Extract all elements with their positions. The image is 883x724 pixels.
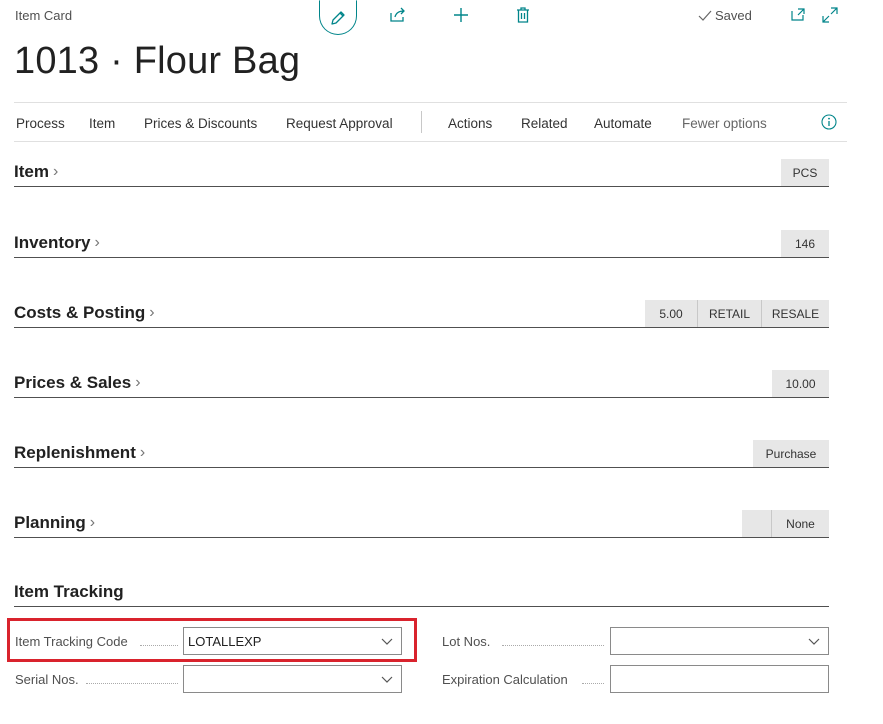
fasttab-summary: Purchase [753, 440, 829, 467]
serial-nos-select[interactable] [183, 665, 402, 693]
chevron-right-icon: › [139, 444, 146, 461]
fasttab-item-header[interactable]: Item › [14, 162, 58, 182]
info-button[interactable] [821, 114, 837, 130]
fasttab-summary: PCS [781, 159, 829, 186]
summary-pill: Purchase [753, 440, 829, 467]
expand-icon [822, 7, 838, 23]
share-icon [390, 7, 405, 22]
page-title: 1013 · Flour Bag [14, 40, 301, 82]
fasttab-planning-header[interactable]: Planning › [14, 513, 95, 533]
fasttab-item: Item › PCS [14, 157, 829, 187]
action-prices-discounts[interactable]: Prices & Discounts [144, 116, 257, 131]
fasttab-title: Replenishment [14, 443, 136, 462]
chevron-down-icon [381, 676, 393, 683]
action-fewer-options[interactable]: Fewer options [682, 116, 767, 131]
popout-icon [791, 8, 805, 21]
serial-nos-label: Serial Nos. [15, 672, 79, 687]
highlight-box [7, 618, 417, 662]
summary-pill: 5.00 [645, 300, 697, 327]
action-request-approval[interactable]: Request Approval [286, 116, 393, 131]
fasttab-replenishment: Replenishment › Purchase [14, 438, 829, 468]
lot-nos-label: Lot Nos. [442, 634, 491, 649]
pencil-icon [331, 10, 345, 25]
section-divider [14, 606, 829, 607]
action-item[interactable]: Item [89, 116, 115, 131]
action-bar: Process Item Prices & Discounts Request … [14, 102, 847, 142]
chevron-right-icon: › [149, 304, 155, 321]
fasttab-replenishment-header[interactable]: Replenishment › [14, 443, 145, 463]
fasttab-title: Inventory [14, 233, 91, 252]
summary-pill: PCS [781, 159, 829, 186]
popout-button[interactable] [788, 6, 808, 24]
summary-pill: 10.00 [772, 370, 829, 397]
fasttab-prices-sales-header[interactable]: Prices & Sales › [14, 373, 141, 393]
checkmark-icon [698, 10, 712, 21]
summary-pill: 146 [781, 230, 829, 257]
chevron-right-icon: › [94, 234, 100, 251]
chevron-right-icon: › [135, 374, 141, 391]
label-leader [86, 683, 178, 684]
fasttab-summary: 146 [781, 230, 829, 257]
new-button[interactable] [450, 5, 472, 25]
expand-button[interactable] [820, 6, 840, 24]
chevron-right-icon: › [89, 514, 96, 531]
fasttab-inventory: Inventory › 146 [14, 228, 829, 258]
item-tracking-title: Item Tracking [14, 582, 124, 601]
label-leader [502, 645, 604, 646]
summary-pill: RESALE [761, 300, 829, 327]
fasttab-inventory-header[interactable]: Inventory › [14, 233, 100, 253]
plus-icon [454, 8, 468, 22]
fasttab-title: Costs & Posting [14, 303, 146, 322]
expiration-calculation-input[interactable] [610, 665, 829, 693]
fasttab-title: Planning [14, 513, 86, 532]
action-related[interactable]: Related [521, 116, 568, 131]
trash-icon [517, 7, 529, 23]
fasttab-prices-sales: Prices & Sales › 10.00 [14, 368, 829, 398]
action-process[interactable]: Process [16, 116, 65, 131]
fasttab-title: Item [14, 162, 49, 181]
summary-pill: RETAIL [697, 300, 761, 327]
fasttab-summary: 10.00 [772, 370, 829, 397]
action-separator [421, 111, 422, 133]
summary-pill: None [771, 510, 829, 537]
saved-status: Saved [698, 8, 752, 23]
lot-nos-select[interactable] [610, 627, 829, 655]
share-button[interactable] [386, 5, 410, 25]
saved-label: Saved [715, 8, 752, 23]
chevron-right-icon: › [52, 163, 59, 180]
chevron-down-icon [808, 638, 820, 645]
action-automate[interactable]: Automate [594, 116, 652, 131]
fasttab-costs-posting-header[interactable]: Costs & Posting › [14, 303, 155, 323]
fasttab-summary: 5.00 RETAIL RESALE [645, 300, 829, 327]
expiration-calculation-label: Expiration Calculation [442, 672, 568, 687]
action-actions[interactable]: Actions [448, 116, 492, 131]
delete-button[interactable] [512, 5, 534, 25]
info-icon [821, 114, 837, 130]
fasttab-costs-posting: Costs & Posting › 5.00 RETAIL RESALE [14, 298, 829, 328]
fasttab-summary: None [742, 510, 829, 537]
fasttab-planning: Planning › None [14, 508, 829, 538]
label-leader [582, 683, 604, 684]
summary-pill [742, 510, 771, 537]
page-caption: Item Card [15, 8, 73, 23]
fasttab-title: Prices & Sales [14, 373, 132, 392]
edit-button[interactable] [319, 0, 357, 35]
